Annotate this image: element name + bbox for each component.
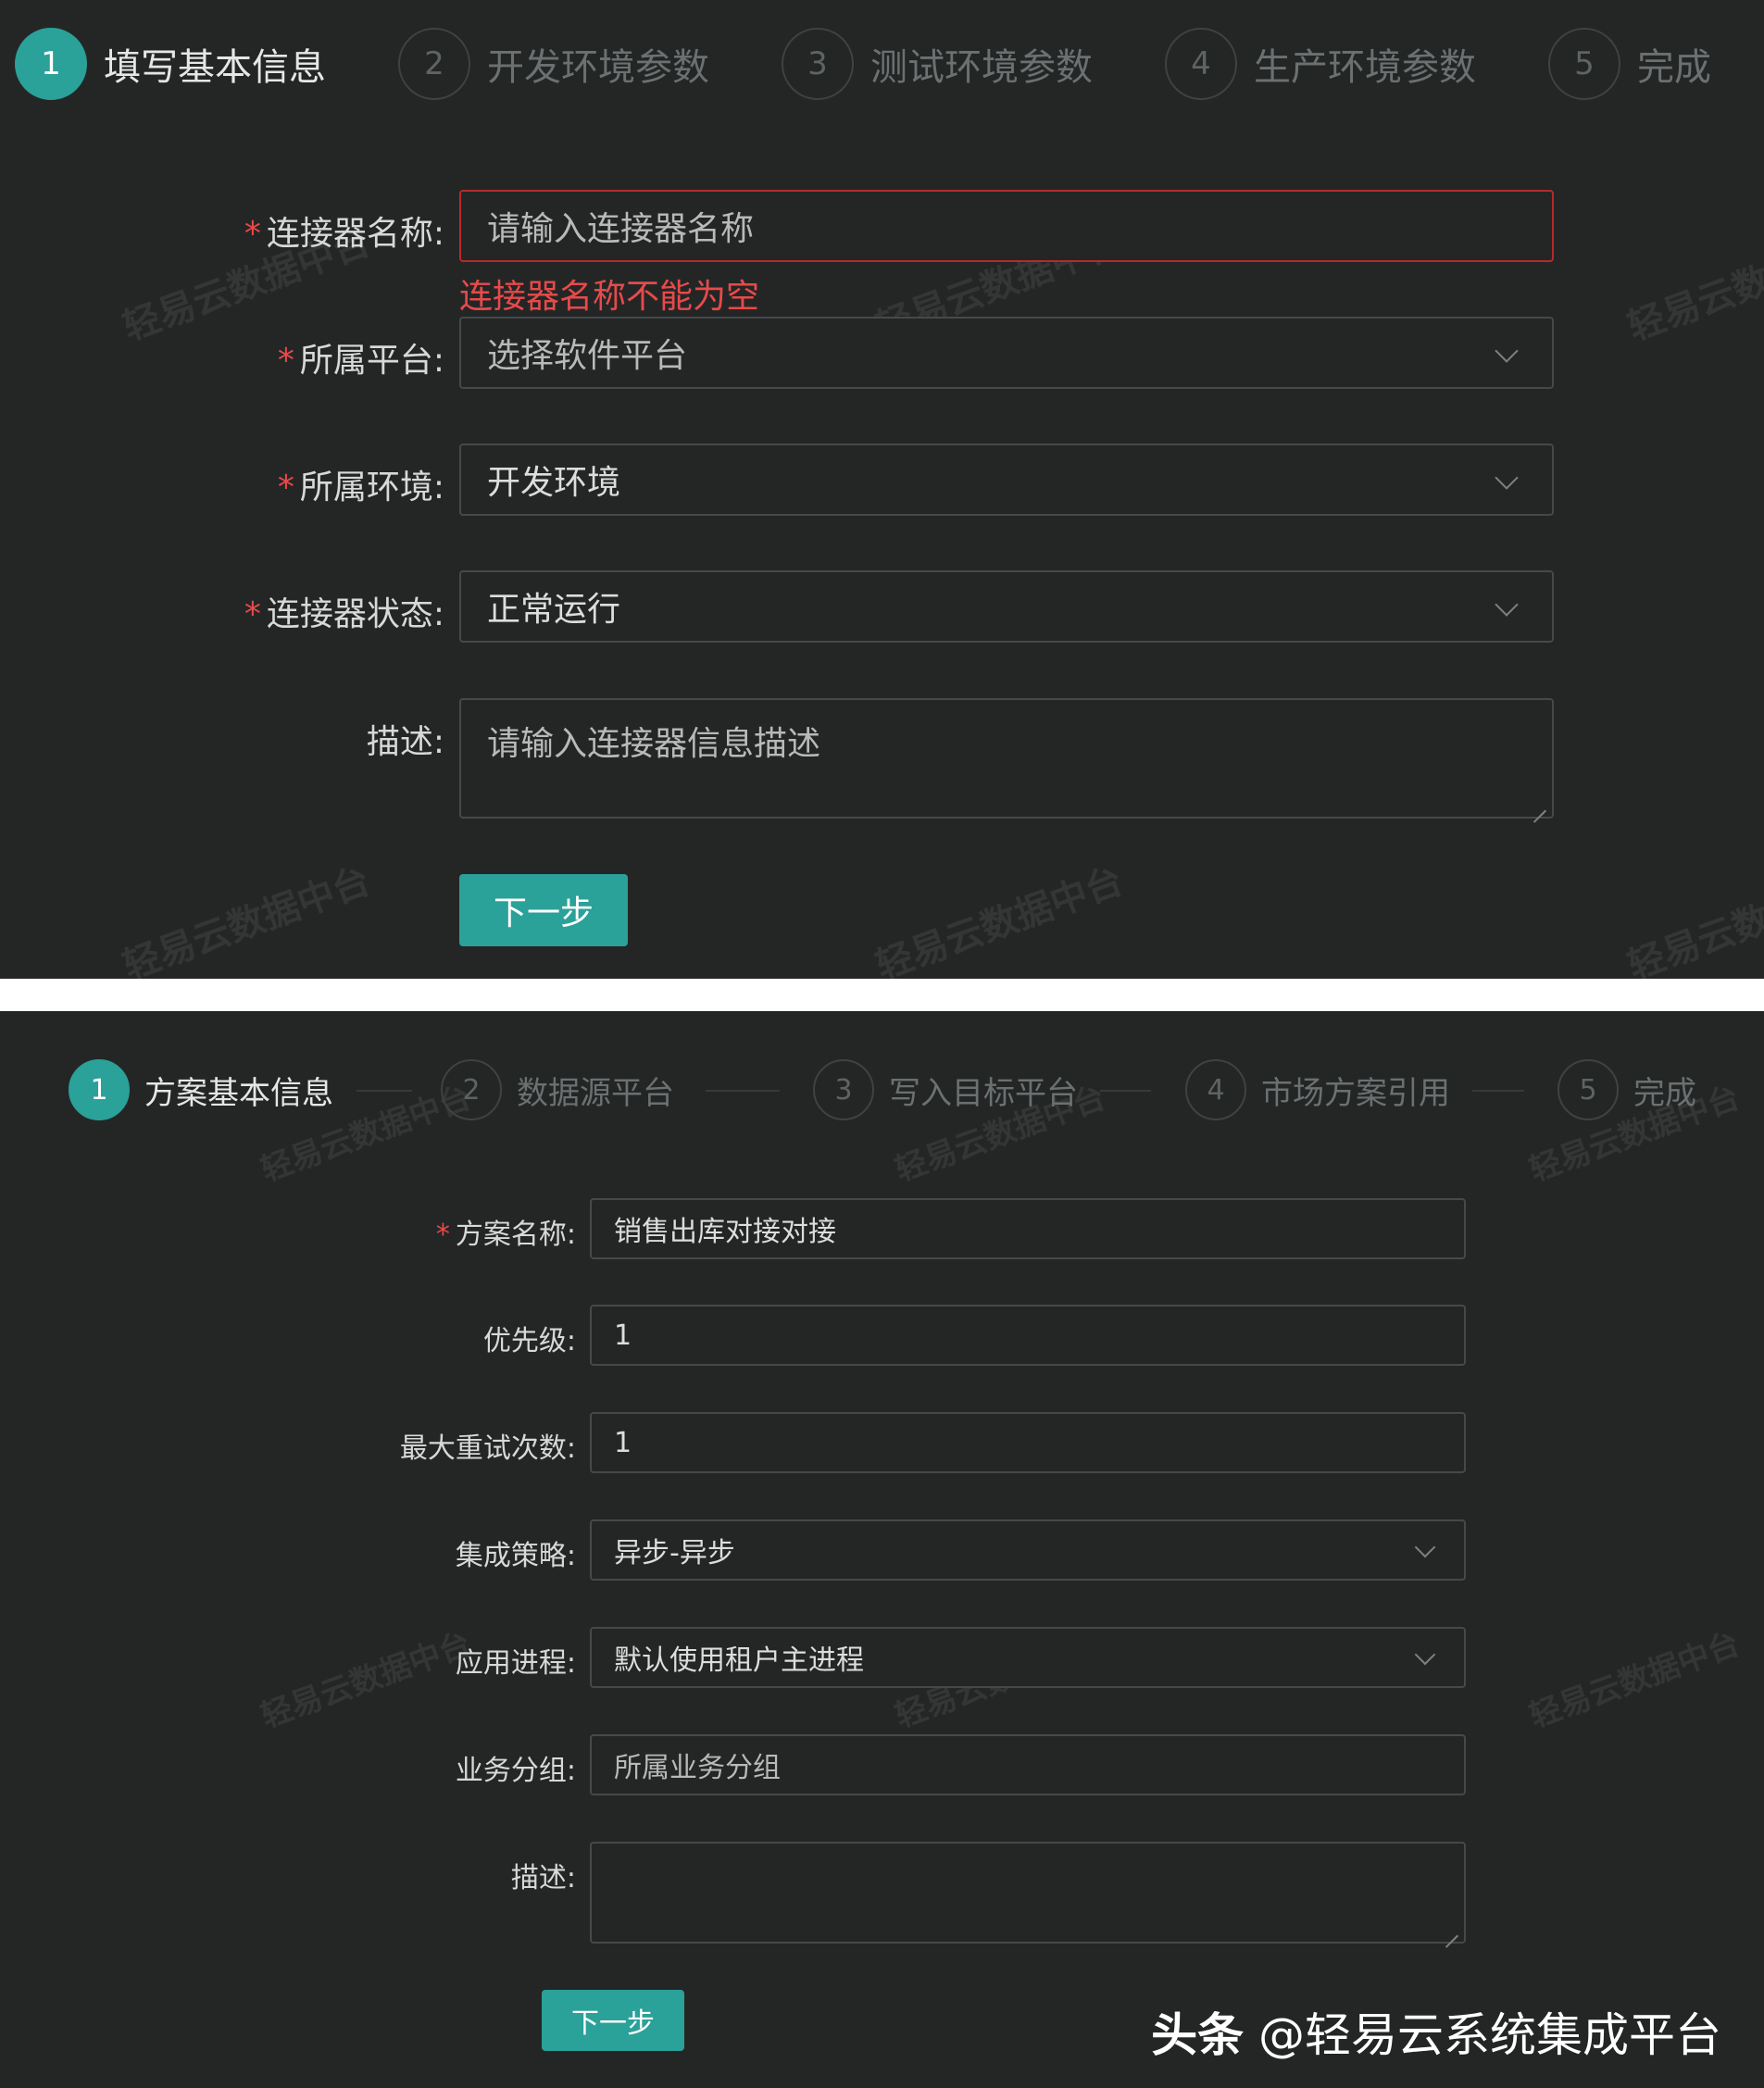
description-placeholder: 请输入连接器信息描述	[487, 725, 821, 763]
step-2[interactable]: 2 数据源平台	[441, 1059, 674, 1120]
connector-name-placeholder: 请输入连接器名称	[487, 210, 755, 248]
description-label: 描述:	[366, 723, 444, 761]
chevron-down-icon	[1495, 466, 1519, 490]
step-label: 完成	[1633, 1074, 1696, 1112]
max-retry-label: 最大重试次数:	[399, 1432, 576, 1465]
step-1[interactable]: 1 填写基本信息	[15, 28, 326, 100]
step-3[interactable]: 3 测试环境参数	[782, 28, 1093, 100]
watermark: 轻易云数据中台	[1524, 1625, 1745, 1736]
environment-value: 开发环境	[487, 464, 621, 502]
step-5[interactable]: 5 完成	[1548, 28, 1711, 100]
watermark: 轻易云数据中台	[869, 859, 1129, 979]
platform-placeholder: 选择软件平台	[487, 337, 688, 375]
step-label: 数据源平台	[517, 1074, 674, 1112]
group-placeholder: 所属业务分组	[614, 1752, 781, 1784]
connector-name-label: * 连接器名称:	[244, 215, 444, 253]
step-label: 填写基本信息	[104, 46, 326, 89]
required-mark: *	[244, 595, 261, 633]
strategy-label: 集成策略:	[455, 1540, 576, 1572]
group-input[interactable]: 所属业务分组	[590, 1734, 1466, 1795]
priority-label: 优先级:	[482, 1325, 576, 1357]
platform-select[interactable]: 选择软件平台	[459, 317, 1554, 389]
group-label: 业务分组:	[455, 1755, 576, 1787]
chevron-down-icon	[1414, 1644, 1436, 1666]
strategy-value: 异步-异步	[614, 1537, 735, 1569]
required-mark: *	[277, 342, 294, 380]
strategy-select[interactable]: 异步-异步	[590, 1519, 1466, 1581]
step-number: 4	[1185, 1059, 1246, 1120]
required-mark: *	[244, 215, 261, 253]
chevron-down-icon	[1495, 339, 1519, 363]
process-value: 默认使用租户主进程	[614, 1644, 864, 1677]
step-connector	[1100, 1090, 1151, 1092]
next-step-button[interactable]: 下一步	[459, 874, 628, 946]
step-connector	[706, 1090, 780, 1092]
step-number: 5	[1558, 1059, 1619, 1120]
source-brand: 头条	[1151, 2008, 1245, 2062]
plan-name-value: 销售出库对接对接	[614, 1216, 836, 1248]
required-mark: *	[435, 1219, 450, 1251]
step-label: 测试环境参数	[870, 46, 1093, 89]
step-number: 1	[69, 1059, 130, 1120]
connector-name-error: 连接器名称不能为空	[459, 278, 760, 316]
step-4[interactable]: 4 市场方案引用	[1185, 1059, 1450, 1120]
plan-name-label: * 方案名称:	[435, 1219, 576, 1251]
status-label: * 连接器状态:	[244, 595, 444, 633]
plan-name-input[interactable]: 销售出库对接对接	[590, 1198, 1466, 1259]
step-3[interactable]: 3 写入目标平台	[813, 1059, 1078, 1120]
connector-name-input[interactable]: 请输入连接器名称	[459, 190, 1554, 262]
step-number: 3	[782, 28, 854, 100]
process-label: 应用进程:	[455, 1647, 576, 1680]
step-connector	[1472, 1090, 1524, 1092]
step-label: 市场方案引用	[1261, 1074, 1450, 1112]
step-number: 1	[15, 28, 87, 100]
required-mark: *	[277, 469, 294, 506]
connector-form-panel: 轻易云数据中台 轻易云数据中台 轻易云数据中台 轻易云数据中台 轻易云数据中台 …	[0, 0, 1764, 979]
step-number: 3	[813, 1059, 874, 1120]
status-select[interactable]: 正常运行	[459, 570, 1554, 643]
source-account: @轻易云系统集成平台	[1258, 2008, 1721, 2062]
status-value: 正常运行	[487, 591, 621, 629]
step-label: 方案基本信息	[144, 1074, 333, 1112]
priority-input[interactable]: 1	[590, 1305, 1466, 1366]
description-label: 描述:	[510, 1862, 576, 1894]
resize-handle-icon[interactable]	[1445, 1923, 1458, 1936]
priority-value: 1	[614, 1319, 632, 1352]
platform-label: * 所属平台:	[277, 342, 444, 380]
chevron-down-icon	[1495, 593, 1519, 617]
step-number: 2	[398, 28, 470, 100]
next-step-button[interactable]: 下一步	[542, 1990, 684, 2051]
watermark: 轻易云数据中台	[117, 859, 376, 979]
description-textarea[interactable]: 请输入连接器信息描述	[459, 698, 1554, 819]
step-1[interactable]: 1 方案基本信息	[69, 1059, 333, 1120]
step-label: 写入目标平台	[889, 1074, 1078, 1112]
step-number: 5	[1548, 28, 1620, 100]
step-connector	[357, 1090, 412, 1092]
watermark: 轻易云数据中台	[1621, 220, 1764, 350]
source-credit: 头条 @轻易云系统集成平台	[1151, 1998, 1721, 2065]
resize-handle-icon[interactable]	[1533, 798, 1546, 811]
step-number: 4	[1165, 28, 1237, 100]
environment-label: * 所属环境:	[277, 469, 444, 506]
step-4[interactable]: 4 生产环境参数	[1165, 28, 1476, 100]
environment-select[interactable]: 开发环境	[459, 444, 1554, 516]
max-retry-value: 1	[614, 1426, 632, 1459]
process-select[interactable]: 默认使用租户主进程	[590, 1627, 1466, 1688]
chevron-down-icon	[1414, 1536, 1436, 1558]
step-2[interactable]: 2 开发环境参数	[398, 28, 709, 100]
description-textarea[interactable]	[590, 1842, 1466, 1944]
max-retry-input[interactable]: 1	[590, 1412, 1466, 1473]
watermark: 轻易云数据中台	[1621, 859, 1764, 979]
step-label: 完成	[1637, 46, 1711, 89]
plan-form-panel: 轻易云数据中台 轻易云数据中台 轻易云数据中台 轻易云数据中台 轻易云数据中台 …	[0, 1011, 1764, 2088]
step-5[interactable]: 5 完成	[1558, 1059, 1696, 1120]
step-number: 2	[441, 1059, 502, 1120]
step-label: 开发环境参数	[487, 46, 709, 89]
step-label: 生产环境参数	[1254, 46, 1476, 89]
